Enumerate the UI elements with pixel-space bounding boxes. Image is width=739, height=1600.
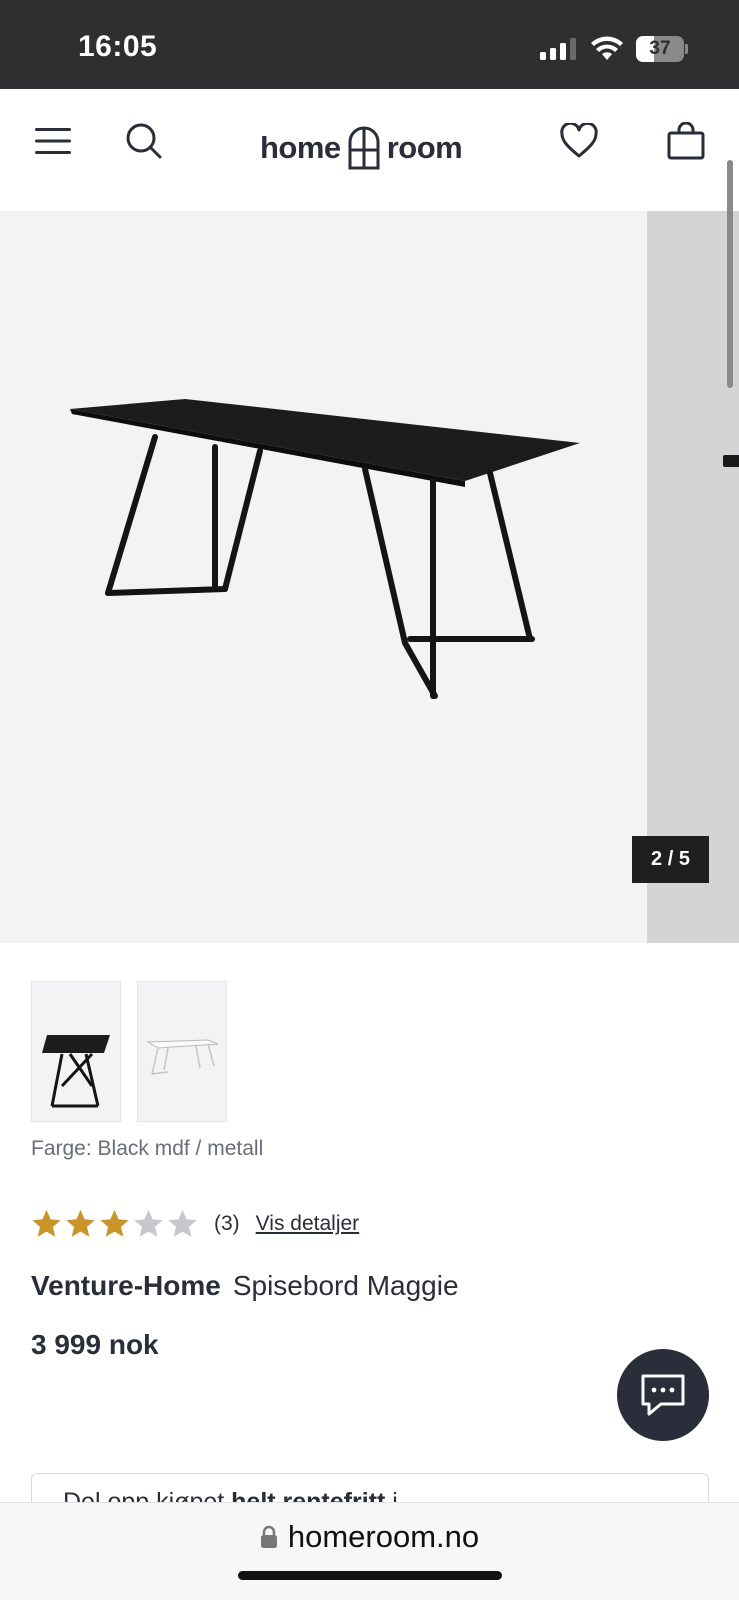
review-count: (3) [214,1212,240,1235]
cellular-signal-icon [540,38,576,60]
battery-level: 37 [649,38,671,59]
url-text: homeroom.no [287,1519,480,1554]
page-scrollbar[interactable] [727,160,733,388]
status-bar: 16:05 37 [0,0,739,89]
star-filled-icon [66,1210,95,1237]
product-title: Venture-Home Spisebord Maggie [31,1270,459,1302]
menu-button[interactable] [31,119,75,163]
house-logo-icon [348,126,380,170]
next-image-peek[interactable] [647,211,739,943]
cart-button[interactable] [664,119,708,163]
next-image-edge [723,455,739,467]
status-time: 16:05 [78,30,158,63]
hamburger-menu-icon [35,128,71,154]
product-price: 3 999 nok [31,1329,159,1360]
chat-bubble-icon [641,1374,685,1416]
lock-icon [260,1525,277,1548]
site-header: home room [0,89,739,211]
product-rating: (3) Vis detaljer [31,1207,359,1241]
variant-thumb-black[interactable] [31,981,121,1122]
battery-icon: 37 [636,36,688,62]
chat-button[interactable] [617,1349,709,1441]
logo-text-room: room [386,130,463,165]
variant-thumb-white[interactable] [137,981,227,1122]
homeroom-logo[interactable]: home room [260,125,463,171]
product-image-gallery[interactable]: 2 / 5 [0,211,739,943]
dining-table-product-image [70,399,580,699]
wifi-icon [591,36,623,60]
shopping-bag-icon [667,122,705,160]
rating-stars [31,1209,198,1239]
star-filled-icon [32,1210,61,1237]
star-empty-icon [134,1210,163,1237]
heart-icon [560,123,598,158]
image-counter: 2 / 5 [632,836,709,883]
product-brand[interactable]: Venture-Home [31,1270,221,1301]
star-empty-icon [168,1210,197,1237]
black-table-thumbnail [42,1035,110,1108]
browser-url-bar[interactable]: homeroom.no [0,1502,739,1600]
white-table-thumbnail [146,1039,219,1075]
search-button[interactable] [122,119,166,163]
view-details-link[interactable]: Vis detaljer [256,1212,360,1236]
search-icon [126,123,162,159]
color-label: Farge: Black mdf / metall [31,1137,264,1160]
wishlist-button[interactable] [557,119,601,163]
star-filled-icon [100,1210,129,1237]
logo-text-home: home [260,130,341,165]
product-name: Spisebord Maggie [232,1270,459,1301]
color-variant-thumbnails [31,981,227,1122]
home-indicator[interactable] [238,1571,502,1580]
